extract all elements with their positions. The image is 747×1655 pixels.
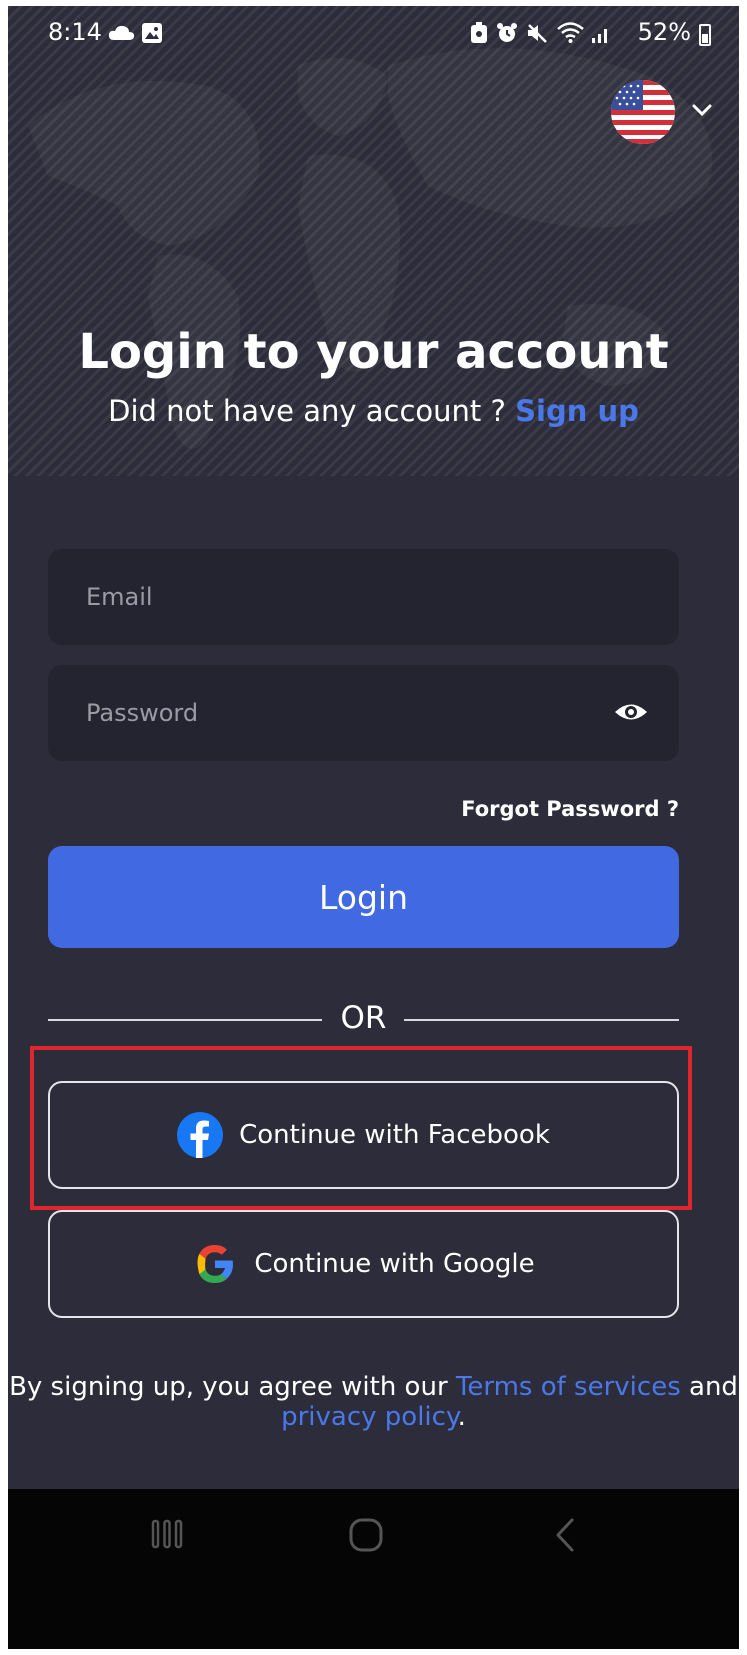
- signal-icon: [592, 29, 607, 43]
- terms-prefix: By signing up, you agree with our: [9, 1372, 448, 1402]
- cloud-icon: [108, 25, 135, 40]
- terms-and: and: [689, 1372, 738, 1402]
- facebook-button-label: Continue with Facebook: [239, 1120, 550, 1150]
- home-icon[interactable]: [348, 1517, 384, 1553]
- recent-apps-icon[interactable]: [150, 1517, 184, 1551]
- wifi-icon: [557, 22, 584, 43]
- terms-of-services-link[interactable]: Terms of services: [456, 1372, 681, 1402]
- or-divider: OR: [48, 1000, 679, 1040]
- privacy-policy-link[interactable]: privacy policy: [281, 1402, 458, 1432]
- battery-percent: 52%: [637, 18, 691, 46]
- sign-up-link[interactable]: Sign up: [515, 394, 639, 428]
- email-input[interactable]: [48, 549, 679, 645]
- terms-suffix: .: [457, 1402, 466, 1432]
- chevron-down-icon[interactable]: [692, 100, 712, 120]
- login-button[interactable]: Login: [48, 846, 679, 948]
- back-icon[interactable]: [552, 1517, 578, 1553]
- password-input[interactable]: [48, 665, 679, 761]
- continue-with-google-button[interactable]: Continue with Google: [48, 1210, 679, 1318]
- system-navigation-bar: [8, 1489, 739, 1649]
- password-field[interactable]: [48, 665, 679, 761]
- gallery-icon: [142, 23, 162, 43]
- status-bar: 8:14 52%: [8, 6, 739, 62]
- battery-icon: [699, 24, 711, 46]
- mute-icon: [528, 24, 547, 43]
- or-label: OR: [340, 1000, 387, 1036]
- email-field[interactable]: [48, 549, 679, 645]
- forgot-password-link[interactable]: Forgot Password ?: [461, 797, 679, 821]
- terms-notice: By signing up, you agree with our Terms …: [8, 1372, 739, 1432]
- us-flag-icon[interactable]: [611, 80, 675, 144]
- eye-icon[interactable]: [613, 697, 649, 727]
- facebook-icon: [177, 1112, 224, 1158]
- lock-battery-icon: [471, 22, 487, 43]
- google-button-label: Continue with Google: [254, 1249, 535, 1279]
- google-icon: [197, 1245, 234, 1283]
- alarm-icon: [497, 23, 517, 42]
- signup-prompt-text: Did not have any account ?: [108, 394, 506, 428]
- signup-prompt: Did not have any account ? Sign up: [8, 394, 739, 428]
- page-title: Login to your account: [78, 324, 669, 380]
- continue-with-facebook-button[interactable]: Continue with Facebook: [48, 1081, 679, 1189]
- status-time: 8:14: [48, 18, 102, 46]
- login-screen: 8:14 52% Login to your account Did not h…: [8, 6, 739, 1649]
